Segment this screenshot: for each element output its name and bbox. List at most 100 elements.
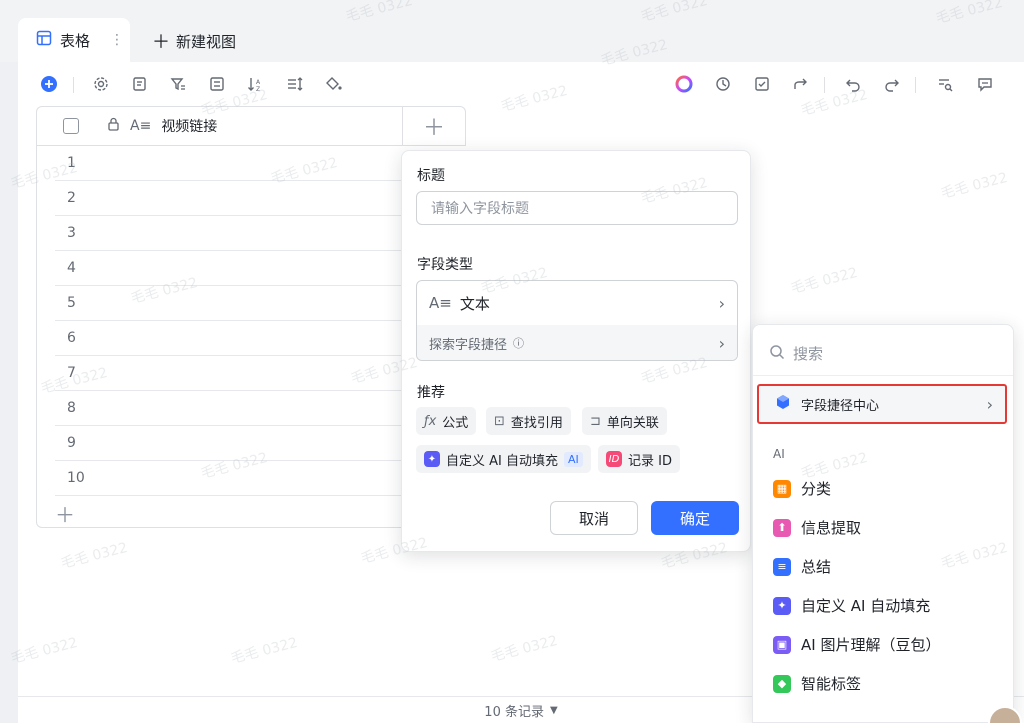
settings-icon[interactable] [91,74,111,94]
chevron-right-icon: › [986,394,993,414]
ai-item-smart-tag[interactable]: ◆ 智能标签 [773,673,861,694]
new-view-button[interactable]: ＋ 新建视图 [152,28,236,54]
info-icon: ⓘ [513,337,525,350]
share-icon[interactable] [791,74,811,94]
table-row[interactable]: 4 [55,251,402,286]
comment-icon[interactable] [975,74,995,94]
view-tab-bar: 表格 ⋮ ＋ 新建视图 [0,0,1024,62]
ai-badge: AI [564,451,583,467]
shortcut-cube-icon [775,394,791,414]
title-input[interactable]: 请输入字段标题 [416,191,738,225]
chevron-right-icon: › [718,333,725,353]
row-number: 5 [67,295,76,311]
cancel-button[interactable]: 取消 [550,501,638,535]
svg-text:A: A [256,79,261,86]
ai-orb-icon[interactable] [674,74,694,94]
ai-item-custom-fill[interactable]: ✦ 自定义 AI 自动填充 [773,595,930,616]
caret-down-icon[interactable]: ▼ [550,705,558,716]
text-type-icon: A≡ [429,294,452,312]
chip-formula[interactable]: ƒx 公式 [416,407,477,435]
ai-item-image-understanding[interactable]: ▣ AI 图片理解（豆包） [773,634,940,655]
ai-item-extract[interactable]: ⬆ 信息提取 [773,517,861,538]
table-row[interactable]: 1 [55,146,402,181]
chip-ai-fill[interactable]: ✦ 自定义 AI 自动填充 AI [416,445,591,473]
chip-link-label: 单向关联 [606,415,659,431]
toolbar-divider [73,77,74,93]
link-icon: ⊐ [590,413,601,429]
search-placeholder: 搜索 [793,345,824,363]
add-column-button[interactable]: ＋ [402,106,466,146]
table-row[interactable]: 9 [55,426,402,461]
table-row[interactable]: 7 [55,356,402,391]
ai-item-summary[interactable]: ≡ 总结 [773,556,831,577]
sparkle-icon: ✦ [773,596,791,615]
find-icon[interactable] [935,74,955,94]
confirm-button[interactable]: 确定 [651,501,739,535]
row-number: 7 [67,365,76,381]
ai-item-label: AI 图片理解（豆包） [801,636,941,654]
ai-item-label: 分类 [801,480,832,498]
plus-icon: ＋ [152,32,170,53]
field-type-select: A≡ 文本 › 探索字段捷径 ⓘ › [416,280,738,361]
filter-icon[interactable] [168,74,188,94]
field-type-selector[interactable]: A≡ 文本 › [417,281,737,325]
column-title[interactable]: 视频链接 [161,116,217,136]
ai-item-label: 信息提取 [801,519,862,537]
grid-rows: 1 2 3 4 5 6 7 8 9 10 [37,146,402,496]
record-count[interactable]: 10 条记录 [484,701,544,720]
row-height-icon[interactable] [285,74,305,94]
search-input[interactable]: 搜索 [769,343,823,364]
explore-shortcut-label: 探索字段捷径 [429,337,508,353]
more-vertical-icon[interactable]: ⋮ [110,32,124,48]
summary-icon: ≡ [773,557,791,576]
add-record-icon[interactable] [39,74,59,94]
shortcut-center-item[interactable]: 字段捷径中心 › [757,384,1007,424]
data-grid: A≡ 视频链接 1 2 3 4 5 6 7 8 9 10 ＋ [36,106,402,528]
ai-item-classify[interactable]: ▦ 分类 [773,478,831,499]
row-number: 9 [67,435,76,451]
toolbar: AZ [18,62,1024,106]
row-number: 1 [67,155,76,171]
chip-ai-fill-label: 自定义 AI 自动填充 [446,453,558,469]
table-row[interactable]: 10 [55,461,402,496]
group-icon[interactable] [207,74,227,94]
tag-icon: ◆ [773,674,791,693]
table-row[interactable]: 6 [55,321,402,356]
lookup-icon: ⊡ [494,413,505,429]
chip-formula-label: 公式 [442,415,469,431]
id-icon: ID [606,451,622,467]
chip-lookup[interactable]: ⊡ 查找引用 [486,407,571,435]
tab-table-label: 表格 [60,31,91,50]
undo-icon[interactable] [843,74,863,94]
chip-record-id[interactable]: ID 记录 ID [598,445,680,473]
row-number: 6 [67,330,76,346]
ai-item-label: 自定义 AI 自动填充 [801,597,931,615]
row-number: 2 [67,190,76,206]
sort-icon[interactable]: AZ [246,74,266,94]
select-all-checkbox[interactable] [63,118,79,134]
explore-shortcut-row[interactable]: 探索字段捷径 ⓘ › [417,325,737,360]
tab-table[interactable]: 表格 ⋮ [18,18,130,62]
toolbar-divider [824,77,825,93]
table-row[interactable]: 2 [55,181,402,216]
redo-icon[interactable] [882,74,902,94]
row-number: 3 [67,225,76,241]
add-row-button[interactable]: ＋ [37,496,402,527]
extract-icon: ⬆ [773,518,791,537]
row-number: 10 [67,470,85,486]
table-row[interactable]: 3 [55,216,402,251]
automation-icon[interactable] [713,74,733,94]
recommend-label: 推荐 [417,385,445,401]
ai-section-label: AI [773,447,785,461]
field-type-label: 字段类型 [417,257,473,273]
fill-color-icon[interactable] [324,74,344,94]
title-label: 标题 [417,168,445,184]
category-icon: ▦ [773,479,791,498]
form-check-icon[interactable] [752,74,772,94]
text-field-icon: A≡ [130,118,152,134]
field-config-icon[interactable] [130,74,150,94]
table-row[interactable]: 8 [55,391,402,426]
ai-item-label: 智能标签 [801,675,862,693]
table-row[interactable]: 5 [55,286,402,321]
chip-link[interactable]: ⊐ 单向关联 [582,407,667,435]
